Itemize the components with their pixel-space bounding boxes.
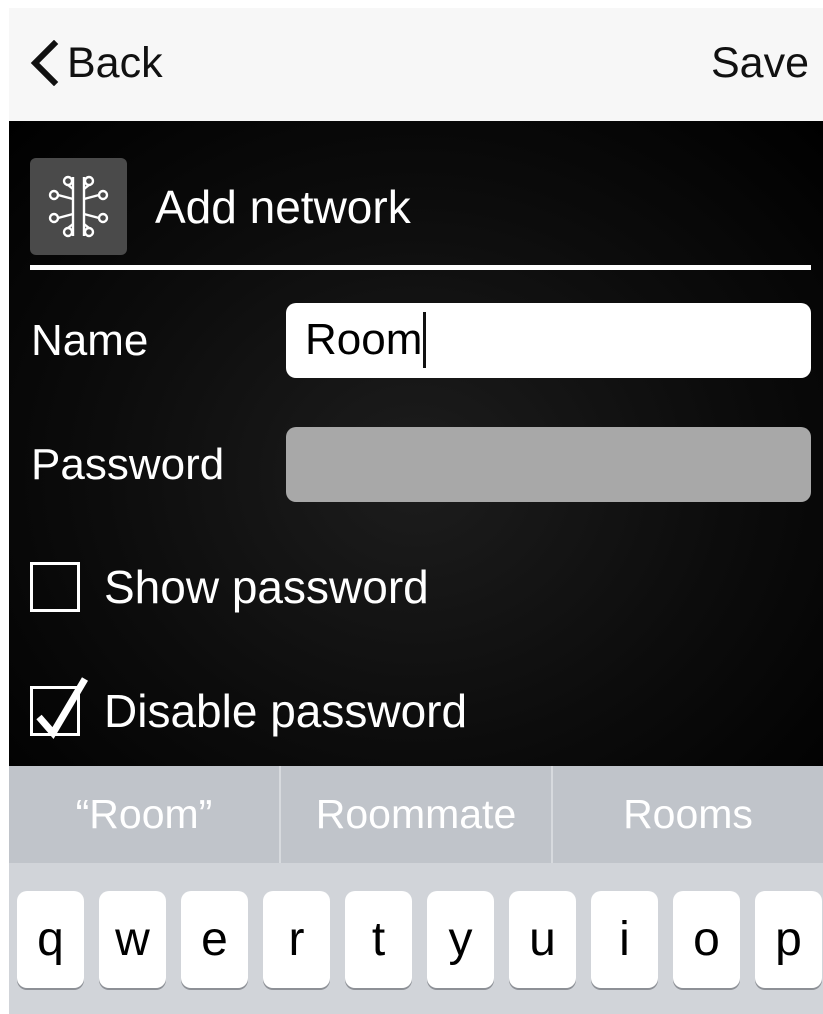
save-button[interactable]: Save <box>711 38 809 88</box>
name-input-value: Room <box>305 312 427 368</box>
back-button[interactable]: Back <box>29 38 163 88</box>
app-screen: Back Save Add network Name Room Password <box>9 8 823 1014</box>
key-w[interactable]: w <box>99 891 166 988</box>
prediction-item[interactable]: Roommate <box>279 766 551 863</box>
key-i[interactable]: i <box>591 891 658 988</box>
predictive-text-bar: “Room” Roommate Rooms <box>9 766 823 863</box>
name-input[interactable]: Room <box>286 303 811 378</box>
back-label: Back <box>67 38 163 87</box>
prediction-item[interactable]: Rooms <box>551 766 823 863</box>
text-caret <box>423 312 427 368</box>
navigation-bar: Back Save <box>9 8 823 121</box>
show-password-checkbox[interactable] <box>30 562 80 612</box>
key-o[interactable]: o <box>673 891 740 988</box>
checkmark-icon <box>36 677 89 739</box>
header-divider <box>30 265 811 270</box>
show-password-label[interactable]: Show password <box>104 559 429 615</box>
password-label: Password <box>31 440 225 489</box>
page-title: Add network <box>155 181 411 233</box>
disable-password-label[interactable]: Disable password <box>104 683 467 739</box>
disable-password-checkbox[interactable] <box>30 677 89 739</box>
network-tree-icon <box>30 158 127 255</box>
on-screen-keyboard: q w e r t y u i o p <box>9 863 823 1014</box>
prediction-item[interactable]: “Room” <box>9 766 279 863</box>
key-y[interactable]: y <box>427 891 494 988</box>
key-t[interactable]: t <box>345 891 412 988</box>
key-u[interactable]: u <box>509 891 576 988</box>
chevron-left-icon <box>30 40 59 86</box>
password-input[interactable] <box>286 427 811 502</box>
key-r[interactable]: r <box>263 891 330 988</box>
key-p[interactable]: p <box>755 891 822 988</box>
name-label: Name <box>31 316 149 365</box>
add-network-panel: Add network Name Room Password Show pass… <box>9 121 823 766</box>
key-e[interactable]: e <box>181 891 248 988</box>
key-q[interactable]: q <box>17 891 84 988</box>
